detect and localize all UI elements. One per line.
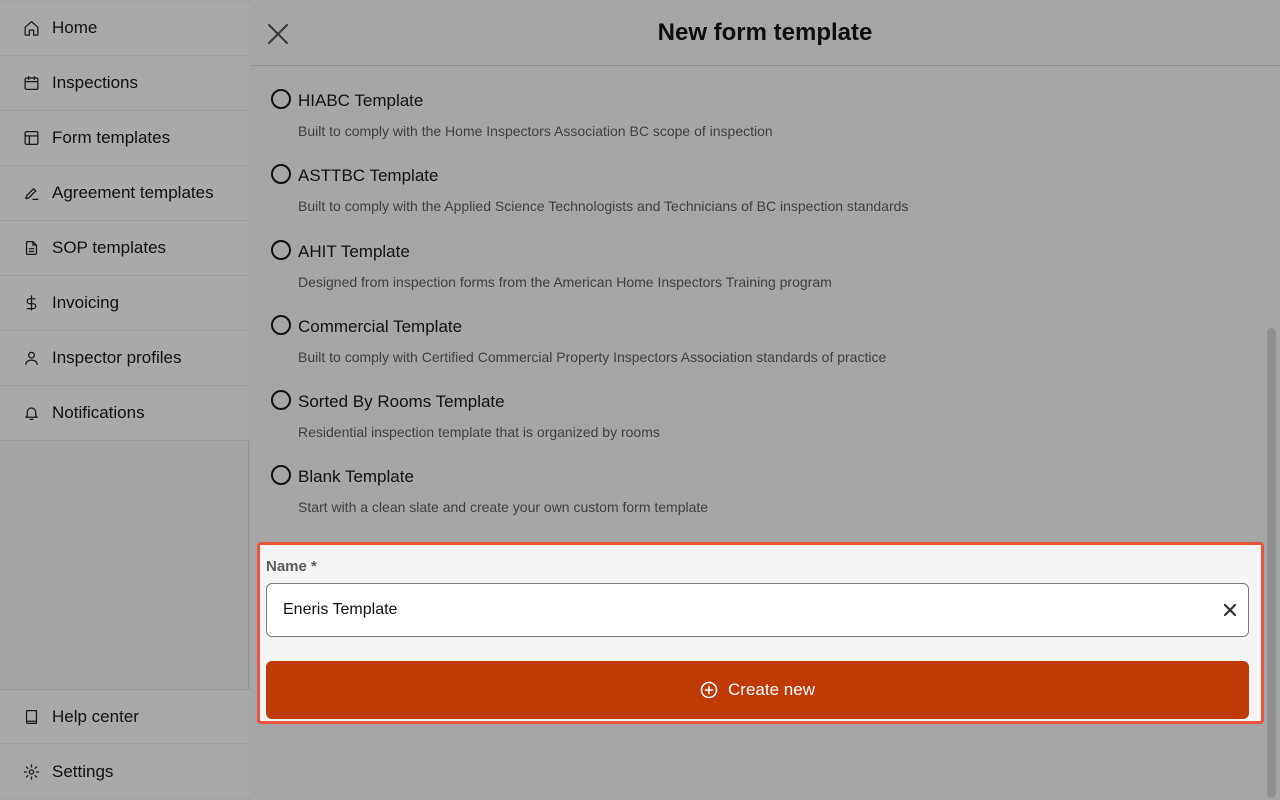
option-description: Residential inspection template that is … [298,424,660,440]
option-title: HIABC Template [298,91,424,110]
sidebar-item-invoicing[interactable]: Invoicing [0,276,249,331]
sidebar-item-label: Home [52,18,98,37]
template-option-blank[interactable]: Blank Template Start with a clean slate … [268,465,1258,535]
sidebar-item-home[interactable]: Home [0,1,249,56]
sidebar-item-settings[interactable]: Settings [0,744,249,799]
layout-icon [23,130,40,147]
sidebar-item-label: Notifications [52,403,145,422]
option-description: Designed from inspection forms from the … [298,274,832,290]
sidebar-item-form-templates[interactable]: Form templates [0,111,249,166]
sidebar-item-label: Help center [52,706,139,726]
sidebar-item-label: Settings [52,761,114,781]
sidebar-item-label: Inspector profiles [52,348,182,367]
user-icon [23,350,40,367]
clear-icon[interactable] [1220,600,1240,620]
dollar-icon [23,295,40,312]
name-label: Name * [266,558,317,575]
sidebar-item-inspections[interactable]: Inspections [0,56,249,111]
option-description: Built to comply with Certified Commercia… [298,349,887,365]
signature-icon [23,185,40,202]
sidebar-item-label: SOP templates [52,238,167,257]
sidebar-item-sop-templates[interactable]: SOP templates [0,221,249,276]
plus-circle-icon [700,681,718,699]
sidebar: Home Inspections Form templates Agreemen… [0,0,249,800]
document-icon [23,240,40,257]
radio-button[interactable] [271,164,291,184]
sidebar-item-notifications[interactable]: Notifications [0,386,249,441]
option-title: ASTTBC Template [298,166,439,185]
sidebar-item-label: Invoicing [52,293,120,312]
sidebar-item-agreement-templates[interactable]: Agreement templates [0,166,249,221]
name-input[interactable] [266,583,1249,637]
radio-button[interactable] [271,240,291,260]
option-description: Built to comply with the Home Inspectors… [298,123,773,139]
sidebar-item-help-center[interactable]: Help center [0,689,249,744]
template-option-sorted-by-rooms[interactable]: Sorted By Rooms Template Residential ins… [268,390,1258,460]
create-new-label: Create new [728,680,815,699]
main-panel: New form template HIABC Template Built t… [250,0,1280,800]
dialog-header: New form template [250,0,1280,66]
radio-button[interactable] [271,465,291,485]
sidebar-item-label: Inspections [52,73,138,92]
template-option-hiabc[interactable]: HIABC Template Built to comply with the … [268,89,1258,159]
gear-icon [23,763,40,780]
sidebar-item-inspector-profiles[interactable]: Inspector profiles [0,331,249,386]
bell-icon [23,405,40,422]
option-title: Sorted By Rooms Template [298,392,505,411]
page-title: New form template [657,19,873,46]
book-icon [23,708,40,725]
template-option-ahit[interactable]: AHIT Template Designed from inspection f… [268,240,1258,310]
template-option-commercial[interactable]: Commercial Template Built to comply with… [268,315,1258,385]
option-title: Commercial Template [298,317,463,336]
sidebar-item-label: Form templates [52,128,171,147]
calendar-icon [23,75,40,92]
template-option-asttbc[interactable]: ASTTBC Template Built to comply with the… [268,164,1258,234]
option-description: Built to comply with the Applied Science… [298,198,909,214]
new-template-form: Name * Create new [257,542,1264,724]
radio-button[interactable] [271,390,291,410]
create-new-button[interactable]: Create new [266,661,1249,719]
radio-button[interactable] [271,89,291,109]
home-icon [23,20,40,37]
option-title: Blank Template [298,467,414,486]
radio-button[interactable] [271,315,291,335]
option-description: Start with a clean slate and create your… [298,499,709,515]
option-title: AHIT Template [298,242,410,261]
sidebar-item-label: Agreement templates [52,183,214,202]
scrollbar[interactable] [1267,328,1276,798]
